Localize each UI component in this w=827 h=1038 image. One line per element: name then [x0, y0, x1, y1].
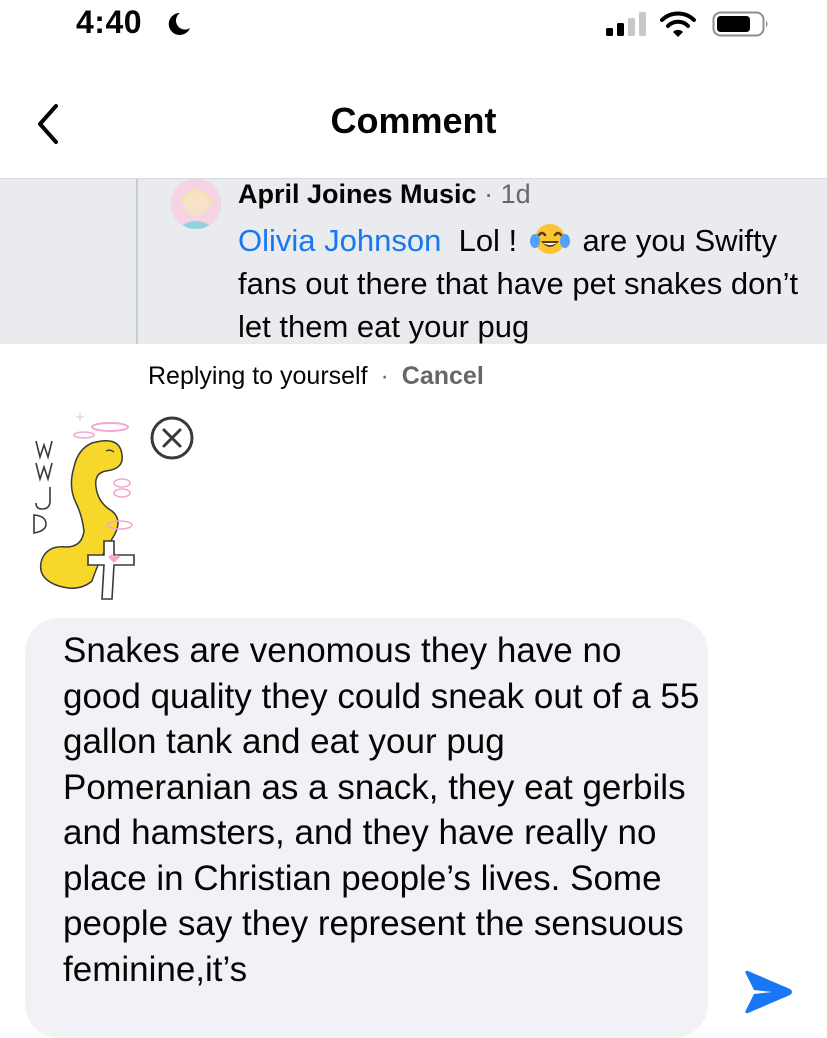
face-with-tears-of-joy-icon [529, 224, 570, 254]
avatar-image [171, 179, 221, 229]
quoted-comment: April Joines Music · 1d Olivia Johnson L… [0, 178, 827, 344]
close-circle-icon[interactable] [148, 414, 196, 462]
comment-separator: · [484, 179, 494, 209]
comment-text-start: Lol ! [458, 223, 518, 258]
cellular-signal-icon [606, 12, 646, 36]
send-icon[interactable] [742, 968, 794, 1016]
mention-link[interactable]: Olivia Johnson [238, 223, 441, 258]
reply-separator: · [380, 362, 389, 390]
comment-author[interactable]: April Joines Music · 1d [238, 179, 531, 210]
reply-indicator: Replying to yourself · Cancel [148, 362, 484, 391]
avatar[interactable] [171, 179, 221, 229]
comment-composer[interactable]: Snakes are venomous they have no good qu… [25, 618, 708, 1038]
moon-icon [168, 12, 190, 35]
battery-icon [712, 11, 768, 37]
cancel-reply-button[interactable]: Cancel [402, 362, 484, 390]
thread-line [136, 179, 138, 344]
comment-time: 1d [500, 179, 531, 209]
wifi-icon [660, 11, 696, 37]
comment-input[interactable]: Snakes are venomous they have no good qu… [63, 628, 703, 992]
reply-label: Replying to yourself [148, 362, 368, 390]
author-name[interactable]: April Joines Music [238, 179, 477, 209]
sticker-image [33, 413, 135, 600]
comment-text: Olivia Johnson Lol ! are you Swifty fans… [238, 219, 808, 344]
status-bar: 4:40 [0, 0, 827, 50]
navigation-bar: Comment [0, 70, 827, 178]
status-time: 4:40 [76, 4, 143, 40]
page-title: Comment [330, 100, 497, 141]
